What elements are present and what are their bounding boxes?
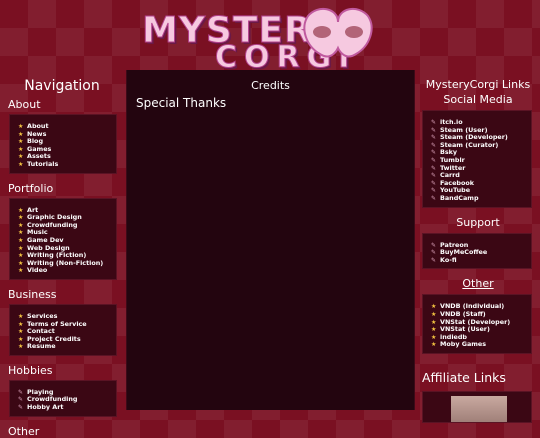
star-icon: ★	[18, 123, 24, 130]
nav-link-label[interactable]: BandCamp	[440, 194, 479, 202]
pen-icon: ✎	[431, 249, 437, 257]
right-section-title-social-media: Social Media	[443, 93, 513, 106]
star-icon: ★	[18, 153, 24, 161]
star-icon: ★	[18, 312, 24, 320]
star-icon: ★	[18, 328, 24, 336]
navigation-column: Navigation About ★ About ★ News ★ Blog ★ Games ★ A…	[0, 74, 124, 438]
star-icon: ★	[431, 303, 437, 311]
nav-link-label[interactable]: Tutorials	[27, 160, 58, 168]
mask-logo-icon[interactable]	[298, 2, 378, 70]
pen-icon: ✎	[18, 404, 24, 412]
nav-link[interactable]: ★ Video	[18, 267, 110, 275]
star-icon: ★	[18, 214, 24, 222]
star-icon: ★	[18, 138, 24, 146]
star-icon: ★	[431, 310, 437, 318]
nav-link[interactable]: ✎ Hobby Art	[18, 403, 110, 412]
right-section-box: ★ VNDB (Individual) ★ VNDB (Staff) ★ VNStat (…	[422, 294, 532, 354]
link-list: ✎ Patreon ✎ BuyMeCoffee ✎ Ko-fi	[431, 241, 525, 265]
nav-link-label[interactable]: Resume	[27, 342, 56, 350]
star-icon: ★	[431, 333, 437, 341]
pen-icon: ✎	[431, 149, 437, 157]
link-list: ✎ itch.io ✎ Steam (User) ✎ Steam (Developer) ✎…	[431, 118, 525, 203]
pen-icon: ✎	[431, 119, 437, 126]
pen-icon: ✎	[431, 126, 437, 134]
pen-icon: ✎	[18, 396, 24, 404]
nav-link[interactable]: ✎ BandCamp	[431, 194, 525, 203]
pen-icon: ✎	[431, 241, 437, 249]
pen-icon: ✎	[431, 256, 437, 264]
left-section-box: ✎ Playing ✎ Crowdfunding ✎ Hobby Art	[9, 379, 117, 417]
left-section-box: ★ Services ★ Terms of Service ★ Contact ★ Proje…	[9, 303, 117, 356]
affiliate-banner[interactable]	[422, 390, 532, 423]
pen-icon: ✎	[18, 388, 24, 396]
pen-icon: ✎	[431, 134, 437, 142]
star-icon: ★	[18, 267, 24, 275]
pen-icon: ✎	[431, 141, 437, 149]
nav-link-label[interactable]: Ko-fi	[440, 256, 457, 264]
link-list: ✎ Playing ✎ Crowdfunding ✎ Hobby Art	[18, 388, 110, 412]
credits-panel: Credits Special Thanks	[126, 70, 415, 410]
right-section-title-other[interactable]: Other	[416, 277, 540, 290]
left-section-box: ★ Art ★ Graphic Design ★ Crowdfunding ★ Music ★ G…	[9, 197, 117, 280]
nav-link[interactable]: ★ Resume	[18, 342, 110, 351]
star-icon: ★	[18, 145, 24, 153]
site-header: MYSTERY CORGI	[0, 0, 540, 76]
star-icon: ★	[18, 160, 24, 168]
nav-link[interactable]: ✎ Ko-fi	[431, 256, 525, 265]
right-section-box: ✎ itch.io ✎ Steam (User) ✎ Steam (Developer) ✎…	[422, 110, 532, 208]
link-list: ★ Services ★ Terms of Service ★ Contact ★ Proje…	[18, 312, 110, 351]
link-list: ★ Art ★ Graphic Design ★ Crowdfunding ★ Music ★ G…	[18, 206, 110, 275]
star-icon: ★	[431, 341, 437, 349]
links-column: MysteryCorgi Links Social Media ✎ itch.io ✎…	[416, 74, 540, 423]
star-icon: ★	[18, 320, 24, 328]
pen-icon: ✎	[431, 164, 437, 172]
nav-link[interactable]: ★ Moby Games	[431, 340, 525, 349]
star-icon: ★	[18, 252, 24, 260]
star-icon: ★	[18, 236, 24, 244]
nav-link-label[interactable]: Video	[27, 266, 47, 275]
navigation-title: Navigation	[24, 78, 100, 94]
right-section-box: ✎ Patreon ✎ BuyMeCoffee ✎ Ko-fi	[422, 232, 532, 270]
right-section-title-support: Support	[456, 215, 500, 229]
pen-icon: ✎	[431, 194, 437, 202]
nav-link[interactable]: ★ Tutorials	[18, 160, 110, 169]
affiliate-image[interactable]	[451, 395, 507, 422]
star-icon: ★	[18, 206, 24, 214]
left-section-title-business: Business	[8, 287, 57, 301]
star-icon: ★	[18, 244, 24, 252]
star-icon: ★	[18, 259, 24, 267]
special-thanks-heading: Special Thanks	[136, 96, 227, 110]
left-section-title-portfolio: Portfolio	[8, 181, 54, 195]
nav-section-title-other: Other	[8, 424, 40, 438]
pen-icon: ✎	[431, 179, 437, 187]
star-icon: ★	[18, 229, 24, 237]
credits-title: Credits	[251, 79, 290, 92]
nav-link-label[interactable]: Hobby Art	[27, 403, 63, 411]
star-icon: ★	[18, 221, 24, 229]
left-section-title-about: About	[8, 98, 41, 111]
star-icon: ★	[18, 130, 24, 138]
left-section-box: ★ About ★ News ★ Blog ★ Games ★ Assets ★ Tutorials	[9, 114, 117, 174]
nav-link-label[interactable]: Moby Games	[440, 340, 486, 348]
star-icon: ★	[18, 335, 24, 343]
pen-icon: ✎	[431, 156, 437, 164]
star-icon: ★	[431, 326, 437, 334]
star-icon: ★	[431, 318, 437, 326]
pen-icon: ✎	[431, 187, 437, 195]
pen-icon: ✎	[431, 172, 437, 180]
link-list: ★ About ★ News ★ Blog ★ Games ★ Assets ★ Tutorials	[18, 122, 110, 169]
affiliate-links-title: Affiliate Links	[422, 369, 506, 385]
left-section-title-hobbies: Hobbies	[8, 363, 53, 377]
star-icon: ★	[18, 343, 24, 351]
links-title: MysteryCorgi Links	[425, 78, 531, 91]
link-list: ★ VNDB (Individual) ★ VNDB (Staff) ★ VNStat (…	[431, 303, 525, 349]
